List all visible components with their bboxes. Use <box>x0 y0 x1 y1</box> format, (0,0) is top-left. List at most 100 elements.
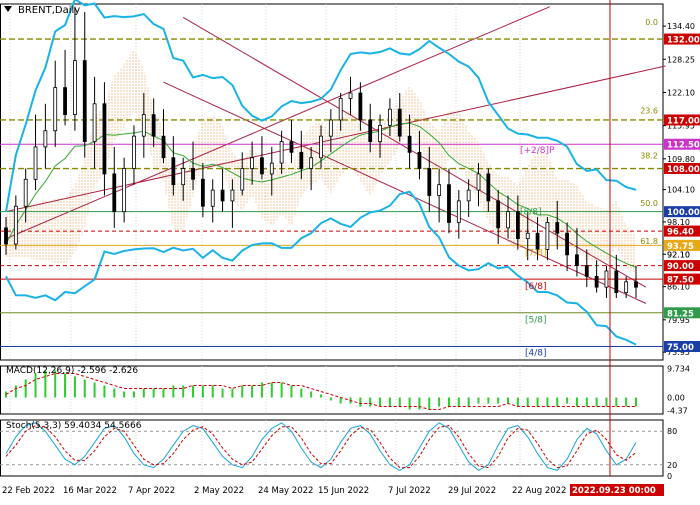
candle-body <box>122 168 127 213</box>
candle-body <box>161 135 166 159</box>
candle-body <box>368 119 373 142</box>
macd-bar <box>260 382 263 398</box>
macd-bar <box>566 397 569 404</box>
macd-bar <box>575 397 578 407</box>
macd-bar <box>487 397 490 404</box>
level-tag: 117.00 <box>667 116 700 126</box>
x-tick-label: 16 Mar 2022 <box>63 486 117 496</box>
candle-body <box>82 60 87 142</box>
macd-bar <box>605 397 608 407</box>
macd-bar <box>300 388 303 398</box>
candle-body <box>132 135 136 169</box>
macd-y-tick-label: -4.37 <box>667 407 688 416</box>
stoch-title: Stoch(5,3,3) 59.4034 54.5666 <box>6 421 142 431</box>
macd-bar <box>251 385 254 398</box>
candle-body <box>515 211 520 240</box>
candle-body <box>545 222 550 250</box>
macd-bar <box>428 397 431 410</box>
macd-bar <box>132 391 135 398</box>
y-tick-label: 128.25 <box>667 55 695 64</box>
x-tick-label: 2 May 2022 <box>194 486 244 496</box>
x-tick-label: 29 Jul 2022 <box>448 486 496 496</box>
fibo-label: 61.8 <box>640 237 658 246</box>
level-tag: 100.00 <box>667 208 700 218</box>
candle-body <box>53 87 58 132</box>
candle-body <box>604 270 609 288</box>
macd-bar <box>152 388 155 398</box>
macd-bar <box>211 385 214 398</box>
macd-bar <box>359 397 362 407</box>
candle-body <box>210 189 215 207</box>
x-tick-label: 7 Jul 2022 <box>388 486 431 496</box>
y-tick-label: 98.10 <box>667 218 690 227</box>
level-tag: 87.50 <box>667 276 694 286</box>
candle-body <box>230 189 235 202</box>
x-tick-label: 22 Aug 2022 <box>512 486 566 496</box>
x-tick-label: 15 Jun 2022 <box>318 486 369 496</box>
macd-bar <box>497 397 500 404</box>
level-tag: 112.50 <box>667 141 700 151</box>
candle-body <box>388 108 392 126</box>
candle-body <box>614 270 619 293</box>
candle-body <box>486 173 491 202</box>
candle-body <box>447 184 451 223</box>
candle-body <box>575 254 579 267</box>
macd-bar <box>398 397 401 407</box>
candle-body <box>13 205 18 245</box>
candle-body <box>112 173 117 213</box>
candle-body <box>565 232 569 256</box>
stoch-y-tick-label: 80 <box>667 427 677 436</box>
murrey-label: [4/8] <box>525 348 547 358</box>
macd-bar <box>14 385 17 398</box>
candle-body <box>397 108 402 137</box>
candle-body <box>63 87 67 115</box>
macd-bar <box>201 385 204 398</box>
fibo-label: 0.0 <box>645 18 658 27</box>
macd-bar <box>241 385 244 398</box>
candle-body <box>555 222 560 234</box>
candle-body <box>634 281 638 288</box>
murrey-label: [8/8] <box>520 208 542 218</box>
candle-body <box>181 168 186 186</box>
macd-bar <box>536 397 539 407</box>
macd-bar <box>172 385 175 398</box>
macd-bar <box>34 373 37 398</box>
candle-body <box>437 184 442 196</box>
macd-bar <box>438 397 441 407</box>
candle-body <box>269 162 274 175</box>
candle-body <box>4 227 8 245</box>
murrey-label: [7/8] <box>525 249 547 259</box>
candle-body <box>151 114 156 137</box>
candle-body <box>279 141 284 164</box>
candle-body <box>427 168 432 196</box>
chart-root: 0.0 23.6 38.2 50.0 61.8 [+2/8]P [8/8] [7/8] [6/8… <box>0 0 700 500</box>
macd-bar <box>447 397 450 407</box>
candle-body <box>407 135 412 153</box>
candle-body <box>525 232 530 240</box>
x-tick-label: 7 Apr 2022 <box>128 486 175 496</box>
macd-bar <box>546 397 549 407</box>
macd-bar <box>83 379 86 398</box>
candle-body <box>309 157 314 169</box>
date-marker-tag: 2022.09.23 00:00 <box>572 486 656 496</box>
macd-bar <box>192 385 195 398</box>
y-tick-label: 109.80 <box>667 155 695 164</box>
macd-bar <box>182 385 185 398</box>
level-tag: 96.40 <box>667 228 694 238</box>
candle-body <box>319 135 323 159</box>
fibo-label: 38.2 <box>640 151 658 160</box>
murrey-label: [5/8] <box>525 316 547 326</box>
level-tag: 75.00 <box>667 343 694 353</box>
y-tick-label: 122.10 <box>667 88 695 97</box>
candle-body <box>171 157 176 186</box>
candle-body <box>43 130 48 148</box>
macd-bar <box>290 385 293 398</box>
macd-bar <box>123 391 126 398</box>
macd-bar <box>556 397 559 407</box>
macd-bar <box>329 397 332 401</box>
macd-bar <box>595 397 598 407</box>
candle-body <box>417 151 422 169</box>
candle-body <box>466 189 471 202</box>
macd-y-tick-label: 0.00 <box>667 394 685 403</box>
macd-bar <box>388 397 391 407</box>
